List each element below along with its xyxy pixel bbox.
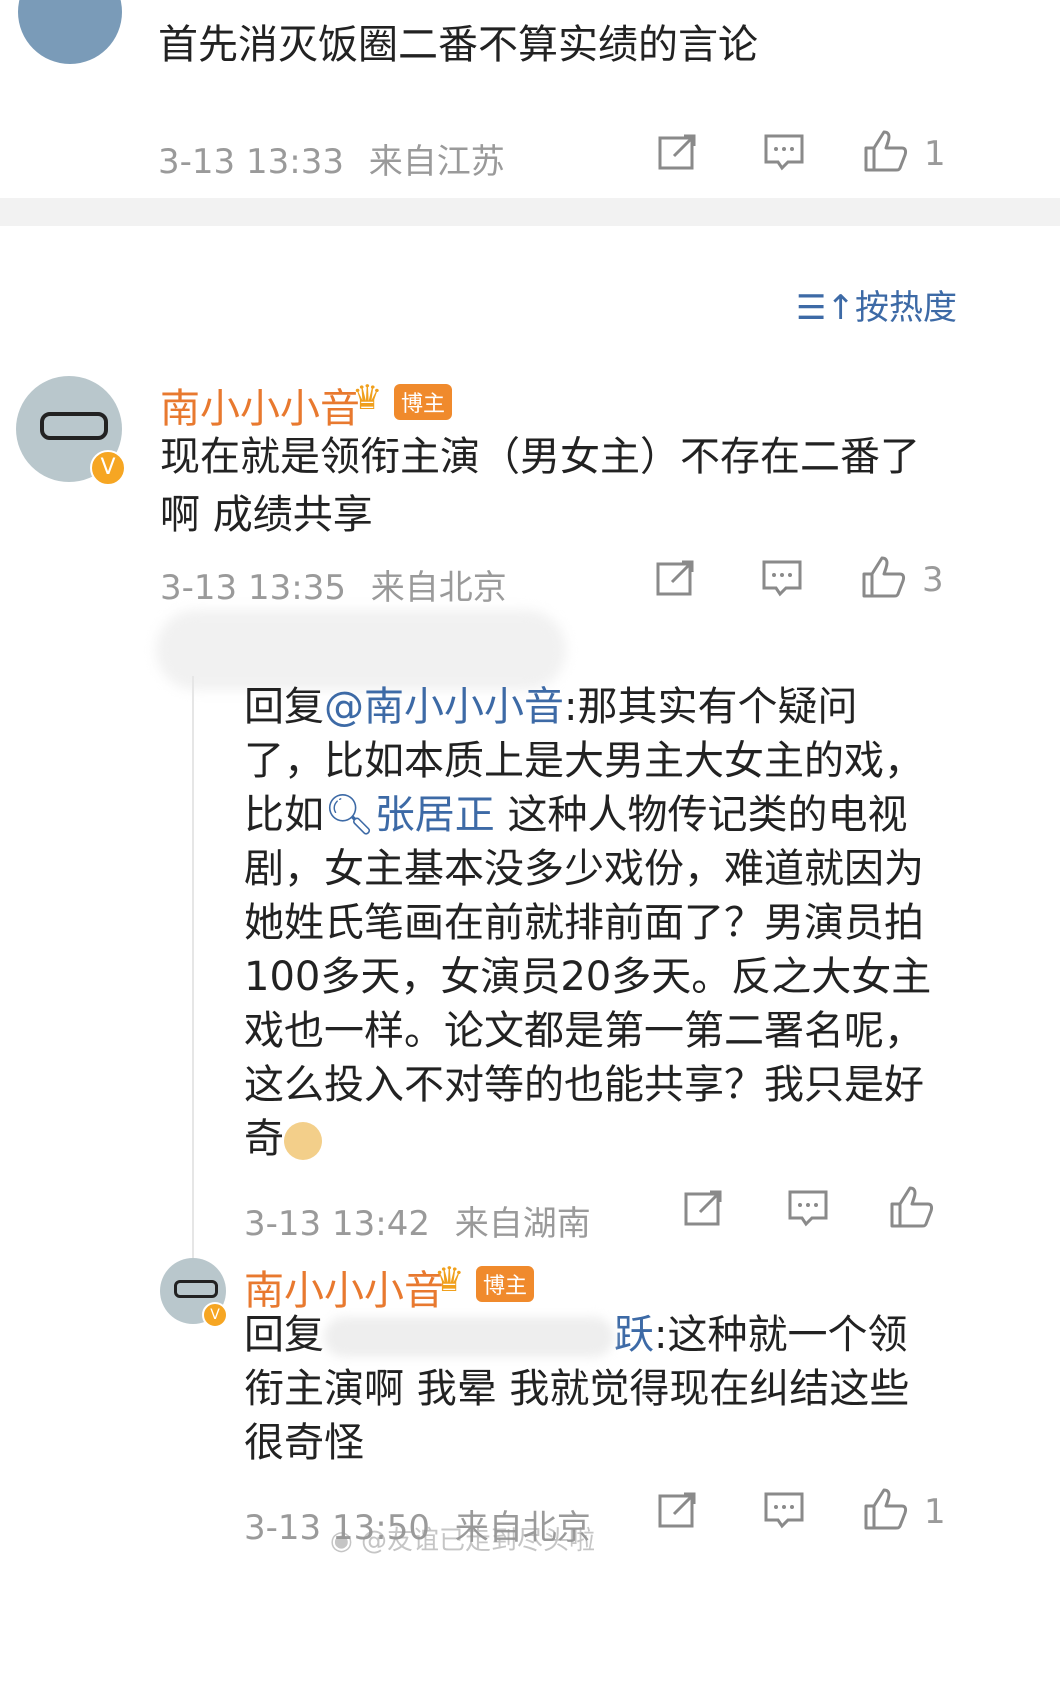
glasses-icon bbox=[174, 1280, 218, 1298]
comment-text: 首先消灭饭圈二番不算实绩的言论 bbox=[158, 22, 758, 68]
comment-time: 3-13 13:33 来自江苏 bbox=[158, 134, 505, 183]
reply-text: 回复 跃:这种就一个领衔主演啊 我晕 我就觉得现在纠结这些很奇怪 bbox=[244, 1308, 944, 1470]
like-count: 1 bbox=[924, 1492, 946, 1532]
share-icon[interactable] bbox=[656, 560, 696, 596]
verified-badge: V bbox=[202, 1302, 228, 1328]
comment-text: 现在就是领衔主演（男女主）不存在二番了啊 成绩共享 bbox=[160, 434, 920, 538]
reply-prefix: 回复 bbox=[244, 684, 324, 730]
verified-badge: V bbox=[90, 450, 126, 486]
reply-prefix: 回复 bbox=[244, 1312, 324, 1358]
comment-icon[interactable] bbox=[762, 560, 802, 598]
watermark-text: @友谊已走到尽头啦 bbox=[360, 1526, 595, 1556]
redacted-mention bbox=[324, 1317, 614, 1357]
comment-icon[interactable] bbox=[764, 1492, 804, 1530]
avatar[interactable] bbox=[18, 0, 122, 64]
like-icon[interactable] bbox=[890, 1186, 934, 1228]
search-icon: 🔍︎ bbox=[324, 792, 375, 838]
redacted-username bbox=[156, 610, 566, 690]
comment-location: 来自北京 bbox=[370, 568, 507, 608]
comment-location: 来自江苏 bbox=[368, 142, 505, 182]
reply-body-b: 这种人物传记类的电视剧，女主基本没多少戏份，难道就因为她姓氏笔画在前就排前面了？… bbox=[244, 792, 932, 1162]
share-icon[interactable] bbox=[684, 1190, 724, 1226]
blogger-badge: 博主 bbox=[476, 1266, 535, 1302]
sort-icon: ☰↑ bbox=[796, 288, 855, 328]
sort-button[interactable]: ☰↑按热度 bbox=[796, 280, 957, 329]
watermark: ◉ @友谊已走到尽头啦 bbox=[330, 1520, 595, 1557]
reply-time-value: 3-13 13:42 bbox=[244, 1204, 430, 1244]
crown-icon: ♛ bbox=[352, 378, 383, 418]
mention-tail[interactable]: 跃 bbox=[614, 1312, 654, 1358]
weibo-logo-icon: ◉ bbox=[330, 1526, 353, 1556]
comment-author[interactable]: 南小小小音 bbox=[160, 376, 360, 434]
share-icon[interactable] bbox=[658, 134, 698, 170]
topic-label: 张居正 bbox=[374, 792, 495, 838]
blogger-badge: 博主 bbox=[394, 384, 453, 420]
section-divider bbox=[0, 198, 1060, 226]
comment-time-value: 3-13 13:33 bbox=[158, 142, 344, 182]
thread-line bbox=[192, 676, 194, 1276]
mention-link[interactable]: @南小小小音 bbox=[324, 684, 564, 730]
comment-time: 3-13 13:35 来自北京 bbox=[160, 560, 507, 609]
like-count: 3 bbox=[922, 560, 944, 600]
comment-icon[interactable] bbox=[764, 134, 804, 172]
crown-icon: ♛ bbox=[434, 1260, 465, 1300]
reply-location: 来自湖南 bbox=[454, 1204, 591, 1244]
reply-text: 回复@南小小小音:那其实有个疑问了，比如本质上是大男主大女主的戏，比如🔍︎张居正… bbox=[244, 680, 934, 1166]
doge-emoji-icon bbox=[284, 1122, 322, 1160]
sort-label: 按热度 bbox=[854, 288, 957, 328]
topic-link[interactable]: 🔍︎张居正 bbox=[324, 792, 495, 838]
comment-icon[interactable] bbox=[788, 1190, 828, 1228]
like-icon[interactable] bbox=[864, 130, 908, 172]
share-icon[interactable] bbox=[658, 1492, 698, 1528]
glasses-icon bbox=[40, 412, 108, 440]
like-icon[interactable] bbox=[862, 556, 906, 598]
reply-time: 3-13 13:42 来自湖南 bbox=[244, 1196, 591, 1245]
like-count: 1 bbox=[924, 134, 946, 174]
comment-time-value: 3-13 13:35 bbox=[160, 568, 346, 608]
like-icon[interactable] bbox=[864, 1488, 908, 1530]
